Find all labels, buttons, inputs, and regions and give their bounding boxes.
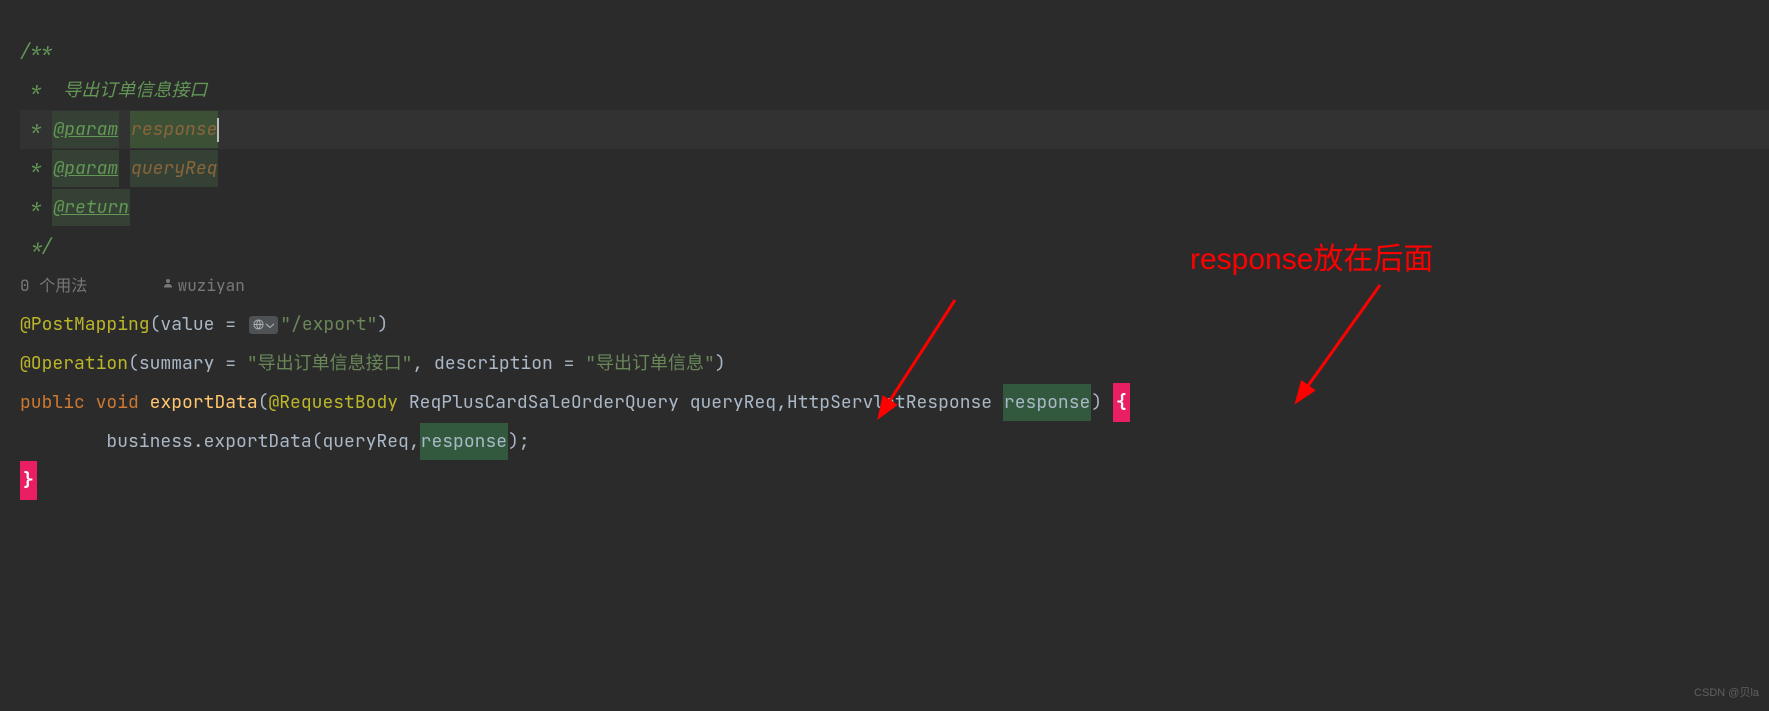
doc-param-response: * @param response — [20, 110, 1769, 149]
url-gutter-icon[interactable]: ⌄ — [249, 316, 278, 334]
watermark: CSDN @贝la — [1694, 682, 1759, 705]
post-mapping-line: @PostMapping(value = ⌄"/export") — [20, 305, 1769, 344]
code-editor[interactable]: /** * 导出订单信息接口 * @param response * @para… — [0, 0, 1769, 500]
method-close: } — [20, 461, 1769, 500]
method-body: business.exportData(queryReq,response); — [20, 422, 1769, 461]
doc-desc: * 导出订单信息接口 — [20, 71, 1769, 110]
doc-return: * @return — [20, 188, 1769, 227]
method-signature: public void exportData(@RequestBody ReqP… — [20, 383, 1769, 422]
doc-param-queryreq: * @param queryReq — [20, 149, 1769, 188]
doc-open: /** — [20, 32, 1769, 71]
doc-close: */ — [20, 227, 1769, 266]
author-hint[interactable]: wuziyan — [178, 269, 245, 303]
operation-line: @Operation(summary = "导出订单信息接口", descrip… — [20, 344, 1769, 383]
usages-hint[interactable]: 0 个用法 — [20, 269, 87, 303]
inlay-hints: 0 个用法 wuziyan — [20, 266, 1769, 305]
text-cursor — [217, 118, 219, 142]
